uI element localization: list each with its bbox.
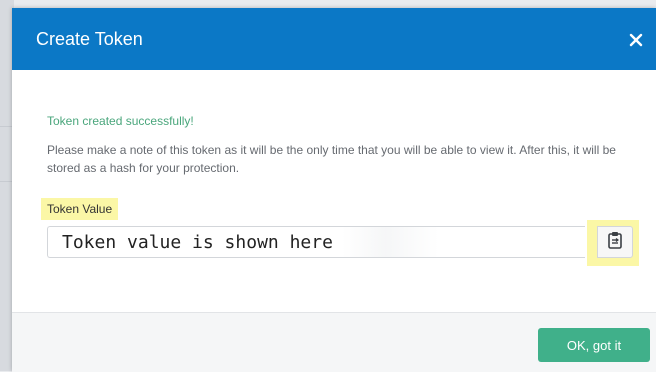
- clipboard-icon: [607, 231, 623, 254]
- close-icon[interactable]: [626, 30, 646, 50]
- dialog-body: Token created successfully! Please make …: [12, 70, 656, 312]
- success-message: Token created successfully!: [47, 114, 194, 128]
- copy-to-clipboard-button[interactable]: [597, 226, 633, 258]
- dialog-footer: OK, got it: [12, 312, 656, 372]
- token-note: Please make a note of this token as it w…: [47, 143, 616, 175]
- dialog-header: Create Token: [12, 8, 656, 70]
- token-label-highlight: Token Value: [41, 198, 119, 220]
- ok-got-it-button[interactable]: OK, got it: [538, 328, 650, 362]
- token-value-label: Token Value: [47, 202, 113, 216]
- token-value-field[interactable]: [47, 226, 585, 258]
- create-token-dialog: Create Token Token created successfully!…: [12, 8, 656, 372]
- dialog-title: Create Token: [36, 29, 143, 49]
